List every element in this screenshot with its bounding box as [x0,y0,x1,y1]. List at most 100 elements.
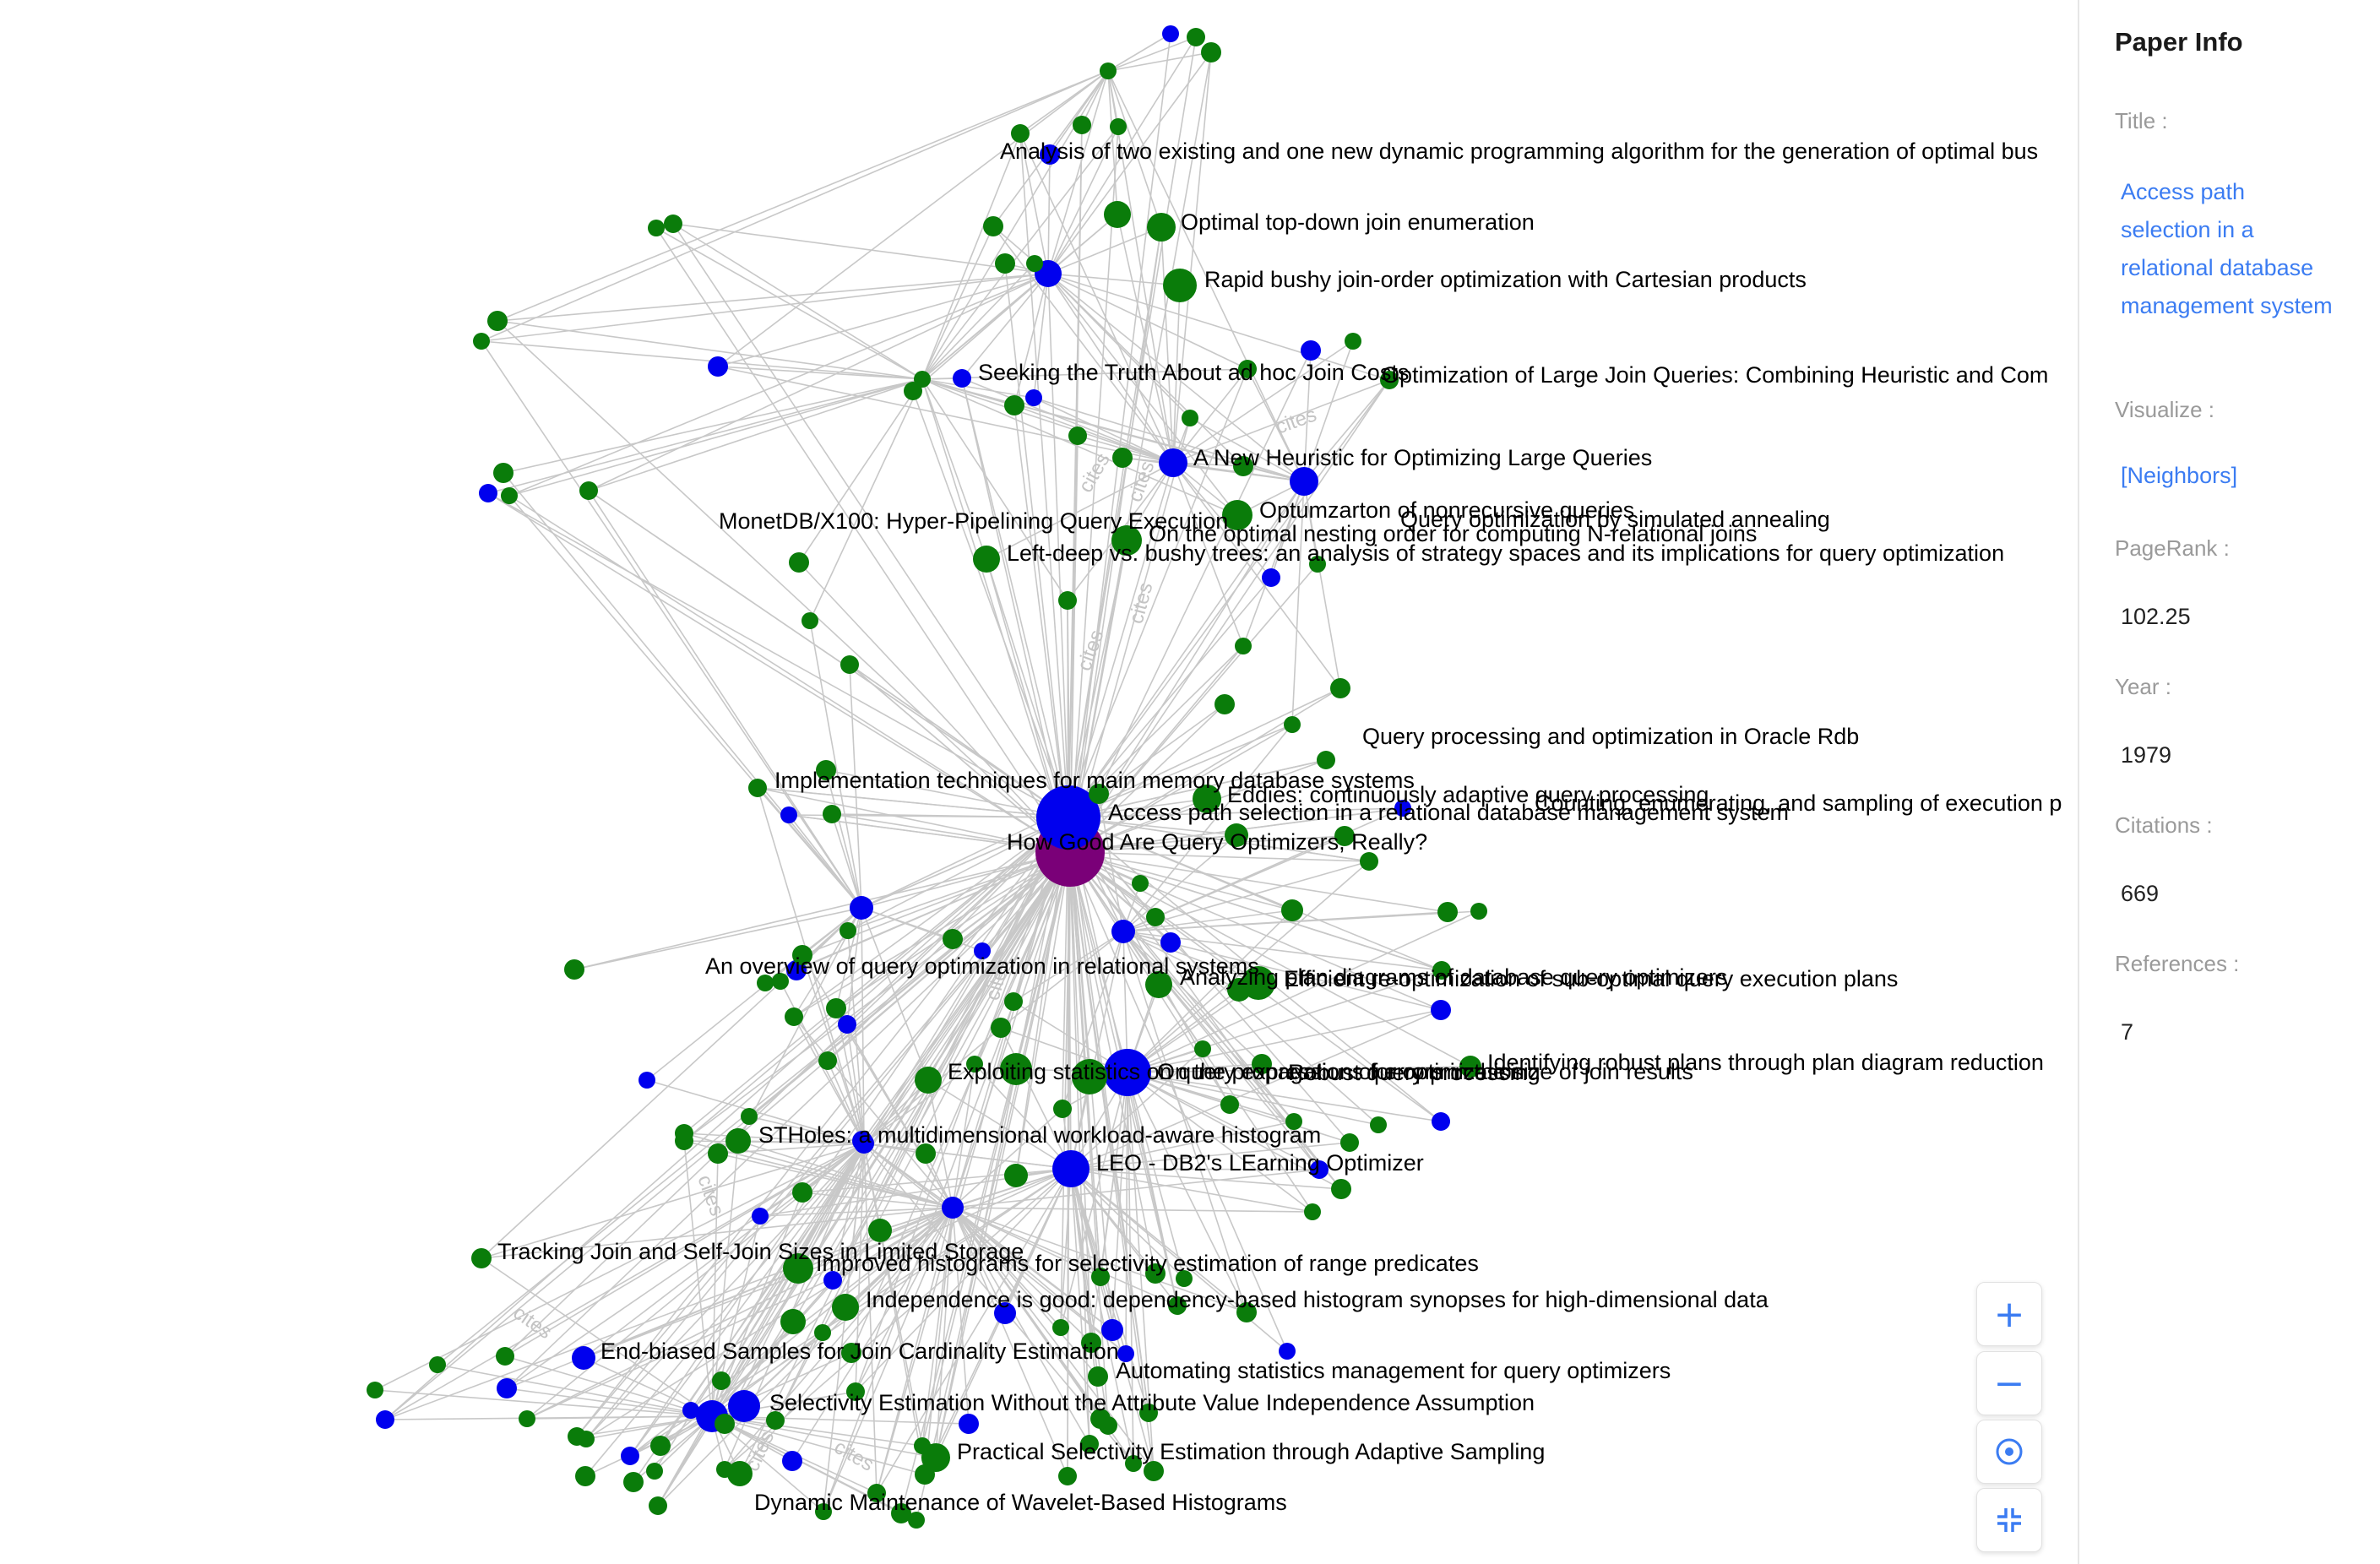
paper-node[interactable] [904,382,922,400]
paper-node[interactable] [650,1436,671,1456]
paper-node[interactable] [497,1378,517,1398]
paper-node[interactable] [748,779,767,797]
paper-node[interactable] [1111,920,1135,943]
paper-node[interactable] [1201,42,1221,62]
paper-node[interactable] [785,1007,803,1026]
paper-node[interactable] [675,1132,693,1150]
paper-node[interactable] [1146,908,1165,926]
paper-node[interactable] [715,1414,735,1434]
paper-node[interactable] [1026,255,1043,272]
paper-node[interactable] [376,1410,394,1429]
paper-node[interactable] [1432,1112,1450,1131]
paper-node[interactable] [850,896,873,920]
paper-node[interactable] [1052,1319,1069,1336]
paper-node[interactable] [1159,448,1187,477]
paper-node[interactable] [473,333,490,350]
paper-node[interactable] [716,1461,733,1478]
paper-node[interactable] [682,1402,699,1419]
paper-node[interactable] [1281,899,1303,921]
paper-node[interactable] [725,1128,751,1154]
paper-node[interactable] [1058,591,1077,610]
zoom-out-button[interactable]: − [1976,1351,2042,1415]
paper-node[interactable] [1053,1100,1072,1118]
paper-node[interactable] [752,1208,769,1225]
paper-node[interactable] [1058,1467,1077,1485]
paper-node[interactable] [1279,1343,1296,1360]
paper-node[interactable] [1345,333,1361,350]
paper-node[interactable] [823,805,841,823]
paper-node[interactable] [1132,875,1149,892]
paper-node[interactable] [479,484,497,502]
paper-node[interactable] [1331,1179,1351,1199]
paper-node[interactable] [1470,903,1487,920]
paper-node[interactable] [471,1248,492,1268]
graph-svg[interactable]: citescitescitescitescitescitescitescites… [0,0,2078,1564]
paper-node[interactable] [1104,201,1131,228]
paper-node[interactable] [519,1410,535,1427]
paper-node[interactable] [840,655,859,674]
paper-node[interactable] [1004,1164,1028,1187]
collapse-button[interactable] [1976,1488,2042,1552]
paper-node[interactable] [493,463,513,483]
paper-node[interactable] [818,1051,837,1070]
paper-node[interactable] [1112,448,1133,468]
paper-node[interactable] [840,922,856,939]
paper-node[interactable] [1052,1150,1089,1187]
paper-node[interactable] [1147,213,1176,242]
paper-node[interactable] [728,1390,760,1422]
paper-node[interactable] [487,311,508,331]
paper-node[interactable] [1187,28,1205,46]
paper-node[interactable] [789,552,809,573]
paper-node[interactable] [1262,568,1280,587]
paper-node[interactable] [780,1309,806,1334]
paper-node[interactable] [648,220,665,236]
paper-node[interactable] [621,1447,639,1465]
paper-node[interactable] [1301,340,1321,361]
paper-node[interactable] [1162,25,1179,42]
paper-node[interactable] [501,487,518,504]
center-view-button[interactable] [1976,1420,2042,1484]
paper-node[interactable] [914,1437,931,1454]
paper-node[interactable] [1004,395,1024,415]
paper-node[interactable] [578,1431,595,1447]
paper-node[interactable] [973,546,1000,573]
paper-node[interactable] [959,1414,979,1434]
paper-node[interactable] [741,1108,758,1125]
citation-graph[interactable]: cites cites cites cites cites cites cites cites… [0,0,2078,1564]
paper-node[interactable] [638,1072,655,1089]
paper-node[interactable] [1068,426,1087,445]
paper-node[interactable] [1290,467,1318,496]
paper-node[interactable] [995,253,1015,274]
paper-node[interactable] [564,959,584,980]
paper-node[interactable] [646,1463,663,1480]
paper-node[interactable] [1284,716,1301,733]
paper-node[interactable] [1163,269,1197,302]
paper-node[interactable] [1431,1000,1451,1020]
paper-node[interactable] [1360,852,1378,871]
paper-node[interactable] [429,1356,446,1373]
paper-node[interactable] [649,1496,667,1515]
paper-title-link[interactable]: Access path selection in a relational da… [2121,173,2340,325]
paper-node[interactable] [1437,902,1458,922]
paper-node[interactable] [915,1464,935,1485]
paper-node[interactable] [1073,116,1091,134]
paper-node[interactable] [1340,1133,1359,1152]
neighbors-link[interactable]: [Neighbors] [2121,463,2237,489]
paper-node[interactable] [983,216,1003,236]
paper-node[interactable] [708,356,728,377]
paper-node[interactable] [1214,694,1235,714]
paper-node[interactable] [1088,1366,1108,1387]
paper-node[interactable] [1182,410,1198,426]
paper-node[interactable] [780,806,797,823]
paper-node[interactable] [1110,118,1127,135]
paper-node[interactable] [1100,62,1117,79]
paper-node[interactable] [942,1197,964,1219]
paper-node[interactable] [1160,932,1181,953]
paper-node[interactable] [1004,992,1023,1011]
paper-node[interactable] [1194,1040,1211,1057]
paper-node[interactable] [623,1472,644,1492]
zoom-in-button[interactable]: + [1976,1282,2042,1346]
paper-node[interactable] [1370,1116,1387,1133]
paper-node[interactable] [991,1018,1011,1038]
paper-node[interactable] [915,1067,942,1094]
